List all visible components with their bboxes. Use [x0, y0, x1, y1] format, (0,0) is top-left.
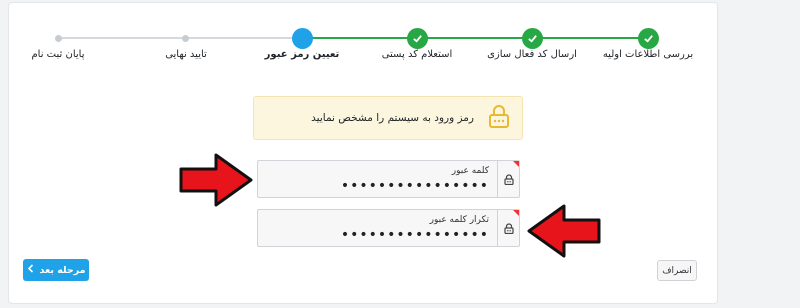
- arrow-right-icon: [179, 153, 253, 207]
- confirm-password-label: تکرار کلمه عبور: [429, 215, 489, 225]
- confirm-password-input[interactable]: [289, 227, 489, 243]
- step-5-dot: [182, 35, 189, 42]
- step-3-label: استعلام کد پستی: [381, 49, 453, 60]
- step-5-label: تایید نهایی: [165, 49, 207, 60]
- next-step-label: مرحله بعد: [39, 264, 86, 276]
- stepper-line-completed: [302, 37, 648, 39]
- chevron-left-icon: [27, 264, 34, 276]
- registration-card: [8, 2, 718, 304]
- step-2-check-icon: [522, 28, 543, 49]
- lock-icon: [488, 104, 510, 132]
- step-1-check-icon: [638, 28, 659, 49]
- alert-text: رمز ورود به سیستم را مشخص نمایید: [311, 112, 474, 124]
- info-alert: رمز ورود به سیستم را مشخص نمایید: [253, 96, 523, 140]
- step-3-check-icon: [407, 28, 428, 49]
- confirm-password-field[interactable]: تکرار کلمه عبور: [257, 209, 520, 247]
- confirm-lock-icon: [497, 210, 519, 246]
- password-label: کلمه عبور: [451, 166, 489, 176]
- password-field[interactable]: کلمه عبور: [257, 160, 520, 198]
- step-4-label: تعیین رمز عبور: [264, 49, 340, 60]
- arrow-left-icon: [527, 204, 601, 258]
- cancel-button[interactable]: انصراف: [657, 260, 697, 281]
- step-2-label: ارسال کد فعال سازی: [487, 49, 577, 60]
- step-1-label: بررسی اطلاعات اولیه: [602, 49, 694, 60]
- step-6-label: پایان ثبت نام: [31, 49, 85, 60]
- password-lock-icon: [497, 161, 519, 197]
- step-6-dot: [55, 35, 62, 42]
- stepper-line-pending: [58, 37, 294, 39]
- step-4-active-dot: [292, 28, 313, 49]
- password-input[interactable]: [289, 178, 489, 194]
- next-step-button[interactable]: مرحله بعد: [23, 259, 89, 281]
